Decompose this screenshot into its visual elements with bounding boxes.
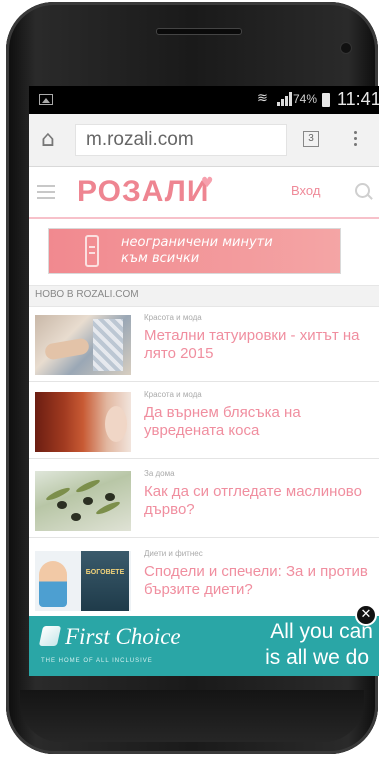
tabs-button[interactable]: 3 [303, 131, 319, 147]
article-category: Красота и мода [144, 313, 202, 322]
promo-banner[interactable]: неограничени минути към всички [48, 228, 341, 274]
address-bar[interactable]: m.rozali.com [75, 124, 287, 156]
front-camera [340, 42, 352, 54]
banner-line-1: неограничени минути [121, 235, 273, 250]
banner-line-2: към всички [121, 251, 200, 266]
login-link[interactable]: Вход [291, 183, 320, 198]
hamburger-menu-icon[interactable] [37, 185, 55, 199]
phone-screen: ≋ 74% 11:41 ⌂ m.rozali.com 3 РОЗАЛИ ♥ Вх… [29, 86, 379, 676]
site-header: РОЗАЛИ ♥ Вход [29, 167, 379, 219]
ad-tagline: THE HOME OF ALL INCLUSIVE [41, 658, 153, 664]
article-category: За дома [144, 469, 175, 478]
list-item[interactable]: Красота и мода Да върнем блясъка на увре… [29, 384, 379, 459]
menu-dots-icon[interactable] [352, 128, 358, 150]
clock: 11:41 [337, 89, 379, 109]
status-bar: ≋ 74% 11:41 [29, 86, 379, 114]
article-thumbnail[interactable] [35, 315, 131, 375]
ad-logo-icon [38, 626, 62, 646]
book-title: БОГОВЕТЕ [85, 569, 125, 576]
ad-copy-line-1: All you can [270, 620, 373, 643]
section-header: НОВО В ROZALI.COM [29, 285, 379, 307]
article-title[interactable]: Метални татуировки - хитът на лято 2015 [144, 327, 374, 363]
ad-brand: First Choice [65, 624, 181, 649]
battery-percent: 74% [293, 92, 318, 106]
list-item[interactable]: За дома Как да си отгледате маслиново дъ… [29, 463, 379, 538]
wifi-icon: ≋ [257, 91, 268, 106]
article-title[interactable]: Да върнем блясъка на увредената коса [144, 404, 374, 440]
list-item[interactable]: БОГОВЕТЕ Диети и фитнес Сподели и спечел… [29, 543, 379, 618]
article-category: Красота и мода [144, 390, 202, 399]
earpiece [156, 28, 242, 35]
article-category: Диети и фитнес [144, 549, 203, 558]
phone-icon [85, 235, 99, 267]
banner-text: неограничени минути към всички [121, 235, 331, 267]
book-cover: БОГОВЕТЕ [81, 551, 129, 611]
close-icon[interactable]: ✕ [355, 604, 377, 626]
article-title[interactable]: Как да си отгледате маслиново дърво? [144, 483, 374, 519]
site-logo[interactable]: РОЗАЛИ [77, 175, 209, 209]
browser-toolbar: ⌂ m.rozali.com 3 [29, 114, 379, 167]
article-thumbnail[interactable] [35, 471, 131, 531]
home-icon[interactable]: ⌂ [41, 129, 63, 151]
list-item[interactable]: Красота и мода Метални татуировки - хитъ… [29, 307, 379, 382]
heart-icon: ♥ [201, 175, 214, 191]
signal-icon [277, 92, 292, 106]
ad-copy-line-2: is all we do [265, 646, 369, 669]
article-thumbnail[interactable]: БОГОВЕТЕ [35, 551, 131, 611]
search-icon[interactable] [355, 183, 370, 198]
battery-icon [322, 93, 330, 107]
phone-chin [20, 690, 364, 742]
section-title: НОВО В ROZALI.COM [35, 289, 139, 300]
image-icon [39, 94, 53, 105]
article-thumbnail[interactable] [35, 392, 131, 452]
ad-banner[interactable]: First Choice THE HOME OF ALL INCLUSIVE A… [29, 604, 379, 676]
article-title[interactable]: Сподели и спечели: За и против бързите д… [144, 563, 374, 599]
